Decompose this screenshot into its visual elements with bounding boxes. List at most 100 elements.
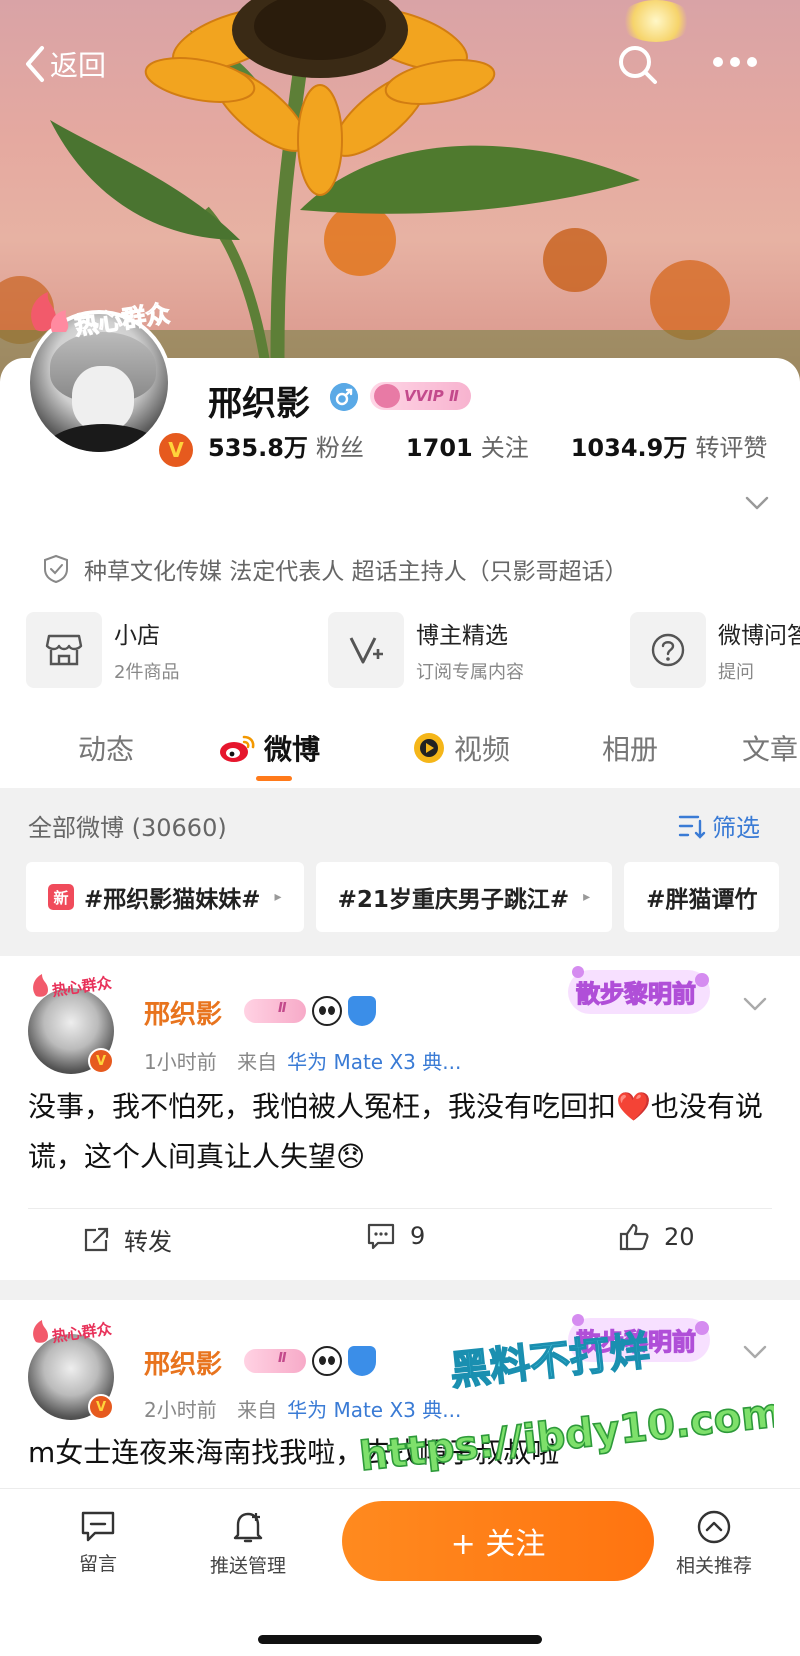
stat-fans[interactable]: 535.8万 粉丝 [208,428,364,463]
tab-label: 视频 [454,733,511,766]
topic-chip[interactable]: #胖猫谭竹 [624,862,780,932]
stat-following[interactable]: 1701 关注 [406,428,529,463]
post-author[interactable]: 邢织影 [144,994,222,1031]
tab-label: 文章 [742,733,799,766]
post-source[interactable]: 华为 Mate X3 典... [287,1050,461,1074]
vip-level: Ⅱ [278,1001,287,1016]
shield-badge-icon [348,1346,376,1376]
shop-icon [45,634,83,666]
topic-label: #21岁重庆男子跳江# [337,887,570,913]
topic-chip[interactable]: #21岁重庆男子跳江# ▸ [315,862,613,932]
post-meta: 1小时前 来自 华为 Mate X3 典... [144,1046,461,1075]
verified-badge: V [88,1394,114,1420]
vip-mascot-icon [374,384,400,408]
tab-articles[interactable]: 文章 [742,728,798,768]
post-author[interactable]: 邢织影 [144,1344,222,1381]
tab-activity[interactable]: 动态 [78,728,134,768]
message-icon [81,1511,115,1542]
tab-label: 动态 [78,733,135,766]
feature-subtitle: 订阅专属内容 [416,662,524,683]
weibo-post[interactable]: 热心群众 V 邢织影 Ⅱ 1小时前 来自 华为 Mate X3 典... 散步黎明… [0,956,800,1280]
message-label: 留言 [78,1553,117,1575]
profile-name: 邢织影 [208,384,310,424]
comment-button[interactable]: 9 [366,1222,425,1250]
feature-qa[interactable]: 微博问答 提问 [630,612,800,688]
certification-text: 种草文化传媒 法定代表人 超话主持人（只影哥超话） [84,559,628,585]
certification-row: 种草文化传媒 法定代表人 超话主持人（只影哥超话） [42,552,628,586]
feature-subtitle: 提问 [718,662,754,683]
weibo-logo-icon [220,735,255,762]
hot-citizen-badge: 热心群众 [33,1320,113,1346]
repost-label: 转发 [124,1228,172,1256]
decoration-card: 散步黎明前 [568,1314,710,1362]
chevron-down-icon[interactable] [744,495,770,511]
chevron-down-icon[interactable] [742,996,768,1012]
follow-button[interactable]: + 关注 [342,1501,654,1581]
back-button[interactable]: 返回 [22,44,106,84]
avatar-label: 热心群众 [73,299,172,340]
feature-shortcuts: 小店 2件商品 博主精选 订阅专属内容 微博问答 提问 [26,612,800,688]
post-avatar[interactable]: 热心群众 V [28,1316,118,1420]
hot-citizen-badge: 热心群众 [33,974,113,1000]
shield-check-icon [44,554,68,584]
tab-album[interactable]: 相册 [602,728,658,768]
search-button[interactable] [617,44,659,90]
source-prefix: 来自 [237,1398,278,1422]
feature-selected-content[interactable]: 博主精选 订阅专属内容 [328,612,630,688]
stat-label: 粉丝 [315,434,364,462]
chevron-down-icon[interactable] [742,1344,768,1360]
profile-avatar[interactable]: 热心群众 V [22,280,196,470]
filter-label: 筛选 [712,814,760,842]
feature-shop[interactable]: 小店 2件商品 [26,612,328,688]
panda-icon [312,1346,342,1376]
post-time: 2小时前 [144,1398,217,1422]
like-count: 20 [664,1223,695,1251]
post-source[interactable]: 华为 Mate X3 典... [287,1398,461,1422]
tab-video[interactable]: 视频 [412,728,510,768]
feature-title: 微博问答 [718,623,800,649]
message-button[interactable]: 留言 [38,1509,158,1576]
panda-icon [312,996,342,1026]
verified-badge: V [88,1048,114,1074]
weibo-post[interactable]: 热心群众 V 邢织影 Ⅱ 2小时前 来自 华为 Mate X3 典... 散步黎明… [0,1300,800,1488]
post-avatar[interactable]: 热心群众 V [28,970,118,1074]
repost-button[interactable]: 转发 [82,1222,172,1257]
vip-level: Ⅱ [278,1351,287,1366]
search-icon [619,46,657,84]
bottom-action-bar: 留言 推送管理 + 关注 相关推荐 [0,1488,800,1656]
comment-icon [367,1223,395,1250]
feature-title: 小店 [114,623,160,649]
stat-value: 535.8万 [208,434,308,462]
stat-interactions[interactable]: 1034.9万 转评赞 [571,428,768,463]
push-settings-button[interactable]: 推送管理 [188,1509,308,1578]
question-icon [651,633,685,667]
decoration-text: 散步黎明前 [576,1328,696,1356]
thumbs-up-icon [619,1223,649,1251]
like-button[interactable]: 20 [618,1222,695,1252]
vvip-label: VVIP Ⅱ [404,387,459,405]
recommend-label: 相关推荐 [675,1555,752,1577]
profile-stats: 535.8万 粉丝 1701 关注 1034.9万 转评赞 [208,428,767,463]
topic-chips: 新 #邢织影猫妹妹# ▸ #21岁重庆男子跳江# ▸ #胖猫谭竹 [26,862,791,932]
post-badges: Ⅱ [244,996,376,1026]
tab-weibo[interactable]: 微博 [218,728,320,768]
topic-label: #胖猫谭竹 [646,887,758,913]
male-gender-icon [330,383,358,411]
topic-chip[interactable]: 新 #邢织影猫妹妹# ▸ [26,862,304,932]
decoration-card: 散步黎明前 [568,966,710,1014]
video-icon [414,733,444,763]
vip-badge: Ⅱ [244,999,306,1023]
vvip-badge[interactable]: VVIP Ⅱ [370,382,471,410]
stat-label: 转评赞 [695,434,768,462]
vip-badge: Ⅱ [244,1349,306,1373]
stat-label: 关注 [480,434,529,462]
chevron-left-icon [26,46,44,82]
push-label: 推送管理 [209,1555,286,1577]
home-indicator [258,1635,542,1644]
stat-value: 1034.9万 [570,434,688,462]
post-content: 没事，我不怕死，我怕被人冤枉，我没有吃回扣❤️也没有说谎，这个人间真让人失望😞 [28,1090,763,1173]
post-separator [0,1280,800,1300]
filter-button[interactable]: 筛选 [678,808,760,843]
recommend-button[interactable]: 相关推荐 [654,1509,774,1578]
more-button[interactable] [712,54,758,73]
